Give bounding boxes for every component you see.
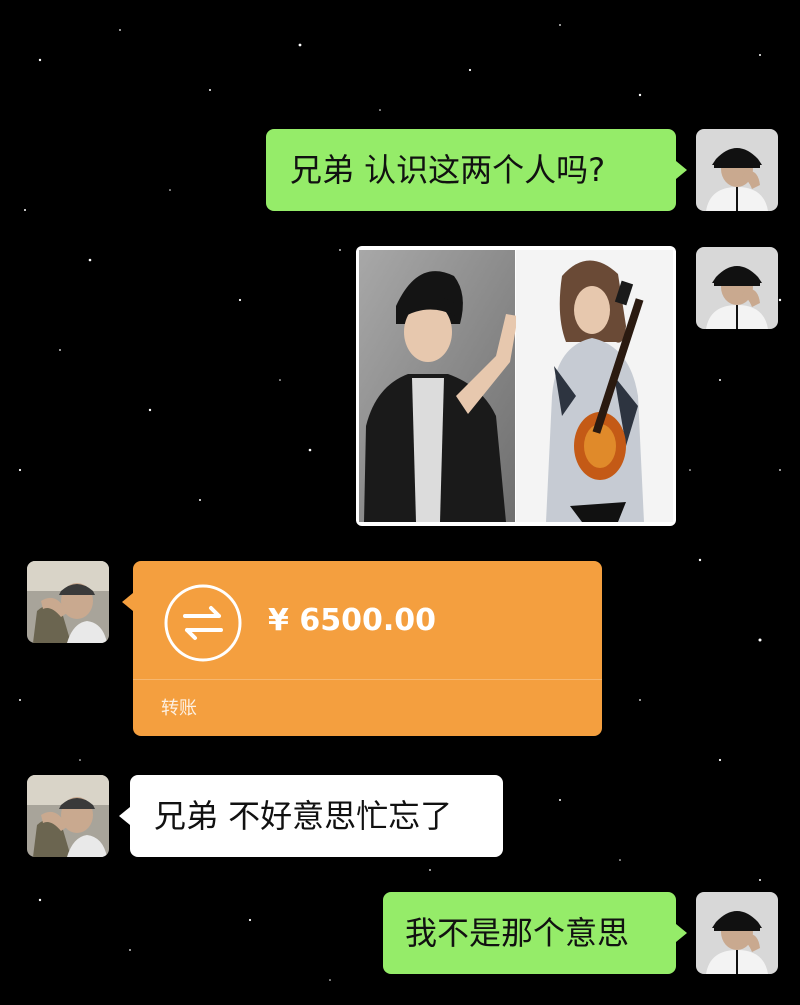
message-text: 兄弟 认识这两个人吗? bbox=[290, 151, 606, 189]
self-avatar[interactable] bbox=[696, 129, 778, 211]
message-text: 兄弟 不好意思忙忘了 bbox=[154, 797, 453, 835]
message-text: 我不是那个意思 bbox=[405, 914, 630, 952]
avatar-person-icon bbox=[27, 775, 109, 857]
self-avatar[interactable] bbox=[696, 247, 778, 329]
sent-message-bubble[interactable]: 兄弟 认识这两个人吗? bbox=[266, 129, 676, 211]
bubble-tail bbox=[676, 161, 687, 179]
received-message-bubble[interactable]: 兄弟 不好意思忙忘了 bbox=[130, 775, 503, 857]
self-avatar[interactable] bbox=[696, 892, 778, 974]
image-message[interactable] bbox=[356, 246, 676, 526]
avatar-person-icon bbox=[696, 129, 778, 211]
bubble-tail bbox=[119, 807, 130, 825]
photo-two-men-icon bbox=[359, 250, 673, 522]
transfer-divider bbox=[133, 679, 602, 680]
avatar-person-icon bbox=[696, 247, 778, 329]
avatar-person-icon bbox=[27, 561, 109, 643]
contact-avatar[interactable] bbox=[27, 561, 109, 643]
sent-message-bubble[interactable]: 我不是那个意思 bbox=[383, 892, 676, 974]
transfer-label: 转账 bbox=[161, 698, 197, 719]
avatar-person-icon bbox=[696, 892, 778, 974]
bubble-tail bbox=[676, 924, 687, 942]
transfer-amount: ¥ 6500.00 bbox=[268, 603, 436, 638]
transfer-card[interactable]: ¥ 6500.00 转账 bbox=[133, 561, 602, 736]
contact-avatar[interactable] bbox=[27, 775, 109, 857]
transfer-arrows-icon bbox=[164, 584, 242, 662]
bubble-tail bbox=[122, 593, 133, 611]
